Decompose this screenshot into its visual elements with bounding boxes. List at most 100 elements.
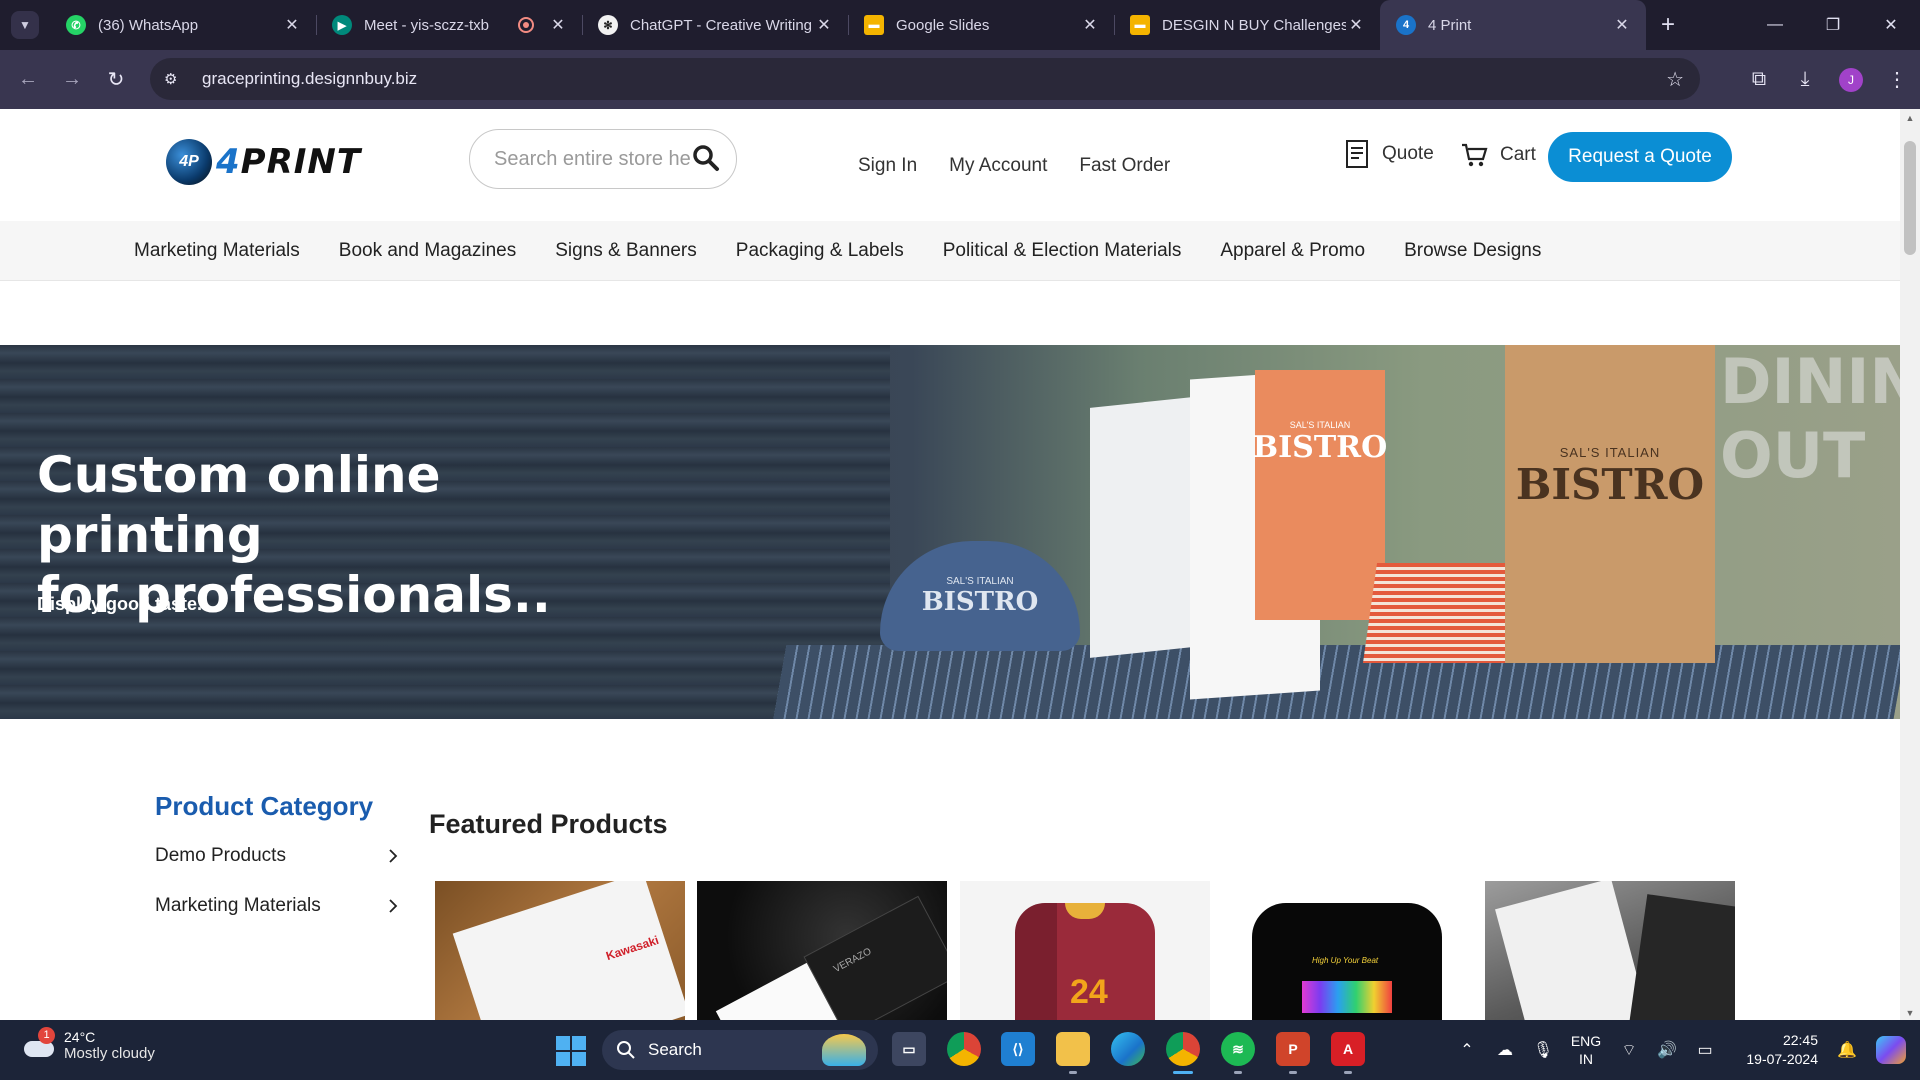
site-logo[interactable]: 4P 4PRINT bbox=[166, 139, 361, 185]
product-card-envelopes[interactable] bbox=[1485, 881, 1735, 1020]
notification-badge: 1 bbox=[38, 1026, 55, 1044]
sign-in-link[interactable]: Sign In bbox=[858, 155, 917, 177]
hero-bag-image: SAL'S ITALIAN BISTRO bbox=[1505, 345, 1715, 663]
browser-tab[interactable]: ✻ ChatGPT - Creative Writing ✕ bbox=[582, 0, 848, 50]
product-category-title: Product Category bbox=[155, 791, 374, 821]
copilot-icon[interactable] bbox=[1876, 1036, 1906, 1064]
battery-icon[interactable]: ▭ bbox=[1686, 1040, 1724, 1060]
nav-item-packaging-labels[interactable]: Packaging & Labels bbox=[736, 240, 904, 262]
close-window-icon[interactable]: ✕ bbox=[1862, 0, 1920, 50]
language-indicator[interactable]: ENG IN bbox=[1562, 1032, 1610, 1068]
nav-item-book-and-magazines[interactable]: Book and Magazines bbox=[339, 240, 516, 262]
fast-order-link[interactable]: Fast Order bbox=[1079, 155, 1170, 177]
nav-item-browse-designs[interactable]: Browse Designs bbox=[1404, 240, 1541, 262]
windows-start-icon[interactable] bbox=[556, 1036, 586, 1066]
restore-icon[interactable]: ❐ bbox=[1804, 0, 1862, 50]
product-card-jersey[interactable]: 24 bbox=[960, 881, 1210, 1020]
new-tab-button[interactable]: + bbox=[1646, 0, 1690, 50]
volume-icon[interactable]: 🔊 bbox=[1648, 1040, 1686, 1060]
microphone-icon[interactable]: 🎙 bbox=[1524, 1040, 1562, 1060]
tab-title: 4 Print bbox=[1428, 16, 1472, 34]
task-view-icon[interactable]: ▭ bbox=[892, 1032, 926, 1066]
hero-background-sign: DINING OUT bbox=[1720, 345, 1900, 492]
close-tab-icon[interactable]: ✕ bbox=[548, 15, 568, 35]
cart-link[interactable]: Cart bbox=[1460, 141, 1536, 169]
cloud-off-icon[interactable]: ☁ bbox=[1486, 1040, 1524, 1060]
spotify-icon[interactable]: ≋ bbox=[1221, 1032, 1255, 1074]
request-quote-button[interactable]: Request a Quote bbox=[1548, 132, 1732, 182]
close-tab-icon[interactable]: ✕ bbox=[282, 15, 302, 35]
taskbar-search[interactable]: Search bbox=[602, 1030, 878, 1070]
profile-avatar[interactable]: J bbox=[1828, 67, 1874, 92]
category-item-label: Demo Products bbox=[155, 845, 286, 866]
url-text[interactable]: graceprinting.designnbuy.biz bbox=[202, 69, 417, 89]
notepad-image bbox=[452, 881, 685, 1020]
scrollbar-thumb[interactable] bbox=[1904, 141, 1916, 255]
chrome-icon[interactable] bbox=[947, 1032, 981, 1066]
scroll-up-icon[interactable]: ▲ bbox=[1900, 113, 1920, 123]
tab-title: (36) WhatsApp bbox=[98, 16, 199, 34]
browser-toolbar: ← → ↻ ⚙ graceprinting.designnbuy.biz ☆ ⧉… bbox=[0, 50, 1920, 109]
nav-item-signs-banners[interactable]: Signs & Banners bbox=[555, 240, 697, 262]
cart-label: Cart bbox=[1500, 144, 1536, 165]
edge-icon[interactable] bbox=[1111, 1032, 1145, 1066]
category-item-demo-products[interactable]: Demo Products bbox=[155, 845, 400, 867]
file-explorer-icon[interactable] bbox=[1056, 1032, 1090, 1074]
close-tab-icon[interactable]: ✕ bbox=[1612, 15, 1632, 35]
wifi-icon[interactable]: ⌔ bbox=[1610, 1040, 1648, 1060]
featured-products-title: Featured Products bbox=[429, 809, 668, 839]
close-tab-icon[interactable]: ✕ bbox=[814, 15, 834, 35]
weather-widget[interactable]: 1 24°C Mostly cloudy bbox=[22, 1026, 155, 1062]
site-header: 4P 4PRINT Sign In My Account Fast Order … bbox=[0, 109, 1900, 221]
product-card-notepad[interactable]: Kawasaki bbox=[435, 881, 685, 1020]
notification-bell-icon[interactable]: 🔔 bbox=[1828, 1040, 1866, 1060]
chevron-down-icon[interactable]: ▼ bbox=[11, 11, 39, 39]
forward-icon[interactable]: → bbox=[50, 58, 94, 102]
browser-tab[interactable]: ▶ Meet - yis-sczz-txb ✕ bbox=[316, 0, 582, 50]
close-tab-icon[interactable]: ✕ bbox=[1346, 15, 1366, 35]
hero-table-image bbox=[773, 645, 1900, 719]
chrome-profile-icon[interactable] bbox=[1166, 1032, 1200, 1074]
address-bar[interactable]: ⚙ graceprinting.designnbuy.biz ☆ bbox=[150, 58, 1700, 100]
hero-menu-cover: SAL'S ITALIAN BISTRO bbox=[1253, 370, 1387, 620]
product-card-t-shirt[interactable]: High Up Your Beat bbox=[1222, 881, 1472, 1020]
back-icon[interactable]: ← bbox=[6, 58, 50, 102]
chevron-up-icon[interactable]: ⌃ bbox=[1448, 1040, 1486, 1060]
category-item-marketing-materials[interactable]: Marketing Materials bbox=[155, 895, 400, 917]
scroll-down-icon[interactable]: ▼ bbox=[1900, 1008, 1920, 1018]
browser-tab[interactable]: ▬ Google Slides ✕ bbox=[848, 0, 1114, 50]
chevron-right-icon bbox=[389, 899, 398, 913]
bookmark-star-icon[interactable]: ☆ bbox=[1666, 67, 1684, 92]
t-shirt-print-text: High Up Your Beat bbox=[1312, 956, 1379, 965]
hero-banner[interactable]: DINING OUT SAL'S ITALIAN BISTRO SAL'S IT… bbox=[0, 345, 1900, 719]
site-info-icon[interactable]: ⚙ bbox=[164, 70, 188, 88]
close-tab-icon[interactable]: ✕ bbox=[1080, 15, 1100, 35]
4print-favicon-icon: 4 bbox=[1396, 15, 1416, 35]
acrobat-icon[interactable]: A bbox=[1331, 1032, 1365, 1074]
browser-tab-active[interactable]: 4 4 Print ✕ bbox=[1380, 0, 1646, 50]
my-account-link[interactable]: My Account bbox=[949, 155, 1047, 177]
download-icon[interactable]: ⤓ bbox=[1782, 68, 1828, 91]
page-scrollbar[interactable]: ▲ ▼ bbox=[1900, 109, 1920, 1020]
taskbar-clock[interactable]: 22:45 19-07-2024 bbox=[1724, 1031, 1828, 1069]
powerpoint-icon[interactable]: P bbox=[1276, 1032, 1310, 1074]
vscode-icon[interactable]: ⟨⟩ bbox=[1001, 1032, 1035, 1066]
nav-item-political-election[interactable]: Political & Election Materials bbox=[943, 240, 1182, 262]
more-menu-icon[interactable]: ⋮ bbox=[1874, 67, 1920, 92]
product-card-business-cards[interactable]: VERAZO bbox=[697, 881, 947, 1020]
minimize-icon[interactable]: — bbox=[1746, 0, 1804, 50]
envelope-image bbox=[1495, 881, 1655, 1020]
tab-search-menu[interactable]: ▼ bbox=[0, 0, 50, 50]
google-meet-icon: ▶ bbox=[332, 15, 352, 35]
quote-link[interactable]: Quote bbox=[1344, 139, 1434, 169]
browser-tab[interactable]: ▬ DESGIN N BUY Challenges ✕ bbox=[1114, 0, 1380, 50]
search-input[interactable] bbox=[494, 147, 690, 171]
browser-tab[interactable]: ✆ (36) WhatsApp ✕ bbox=[50, 0, 316, 50]
header-links: Sign In My Account Fast Order bbox=[858, 155, 1170, 177]
nav-item-marketing-materials[interactable]: Marketing Materials bbox=[134, 240, 300, 262]
hero-subtitle: Display good taste. bbox=[37, 594, 203, 614]
extensions-icon[interactable]: ⧉ bbox=[1736, 68, 1782, 91]
search-icon[interactable] bbox=[692, 144, 720, 172]
nav-item-apparel-promo[interactable]: Apparel & Promo bbox=[1220, 240, 1365, 262]
reload-icon[interactable]: ↻ bbox=[94, 58, 138, 102]
